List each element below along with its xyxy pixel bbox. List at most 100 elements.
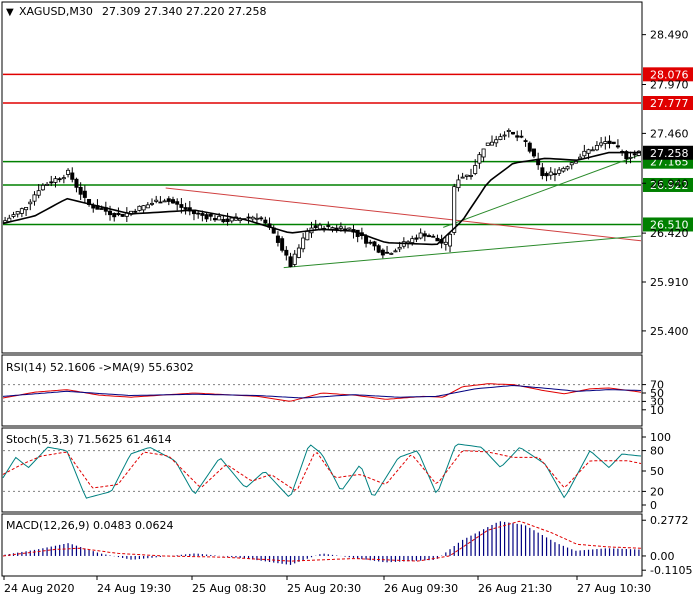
candle-body	[70, 172, 75, 180]
candle-body	[485, 142, 490, 146]
candle-body	[548, 171, 553, 176]
candle-body	[628, 156, 633, 159]
candle-body	[301, 237, 306, 250]
candle-body	[397, 246, 402, 250]
candle-body	[527, 142, 532, 152]
stoch-panel: 10080 50 200 Stoch(5,3,3) 71.5625 61.4614	[1, 427, 671, 513]
candle-body	[557, 169, 562, 174]
price-header: ▼ XAGUSD,M30 27.309 27.340 27.220 27.258	[6, 5, 266, 18]
candle-body	[540, 167, 545, 176]
candle-body	[544, 173, 549, 177]
candle-body	[57, 178, 62, 181]
candle-body	[502, 134, 507, 137]
candle-body	[531, 148, 536, 157]
candle-body	[519, 135, 524, 138]
stoch-tick-label: 100	[650, 431, 671, 444]
time-tick-label: 25 Aug 20:30	[287, 582, 361, 595]
candle-body	[99, 208, 104, 210]
macd-tick-label: 0.00	[650, 550, 675, 563]
candle-body	[313, 225, 318, 229]
candle-body	[443, 241, 448, 245]
candle-body	[481, 148, 486, 158]
candle-body	[162, 200, 167, 203]
candle-body	[263, 219, 268, 224]
candle-body	[573, 161, 578, 164]
candle-body	[229, 217, 234, 222]
candle-body	[510, 131, 515, 135]
price-panel-frame	[1, 1, 643, 354]
candle-body	[45, 183, 50, 186]
candle-body	[414, 237, 419, 240]
price-tick-label: 26.420	[650, 227, 689, 240]
candle-body	[427, 235, 432, 238]
stoch-axis: 10080 50 200	[642, 431, 671, 512]
candle-body	[477, 154, 482, 164]
candle-body	[296, 247, 301, 258]
candle-body	[108, 210, 113, 216]
candle-body	[120, 213, 125, 217]
candle-body	[280, 238, 285, 251]
candle-body	[418, 232, 423, 239]
candle-body	[225, 218, 230, 223]
candle-body	[158, 201, 163, 204]
candle-body	[170, 199, 175, 204]
candle-body	[376, 245, 381, 253]
candle-body	[36, 190, 41, 196]
candle-body	[196, 212, 201, 215]
ohlc-values: 27.309 27.340 27.220 27.258	[102, 5, 266, 18]
symbol-label: XAGUSD,M30	[19, 5, 93, 18]
candle-body	[364, 235, 369, 244]
candle-body	[133, 210, 138, 213]
candle-body	[385, 251, 390, 254]
candle-body	[464, 174, 469, 177]
rsi-label: RSI(14) 52.1606 ->MA(9) 55.6302	[6, 361, 194, 374]
stoch-tick-label: 50	[650, 465, 664, 478]
candle-body	[183, 207, 188, 210]
candle-body	[347, 227, 352, 230]
time-tick-label: 26 Aug 09:30	[384, 582, 458, 595]
rsi-axis: 70503010	[642, 379, 664, 417]
candle-body	[473, 165, 478, 174]
candle-body	[552, 173, 557, 176]
candle-body	[15, 211, 20, 215]
candle-body	[578, 156, 583, 160]
candle-body	[11, 214, 16, 217]
candle-body	[32, 194, 37, 202]
candle-body	[61, 177, 66, 180]
price-tick-label: 25.910	[650, 276, 689, 289]
candle-body	[330, 227, 335, 230]
candle-body	[586, 149, 591, 154]
time-tick-label: 24 Aug 19:30	[97, 582, 171, 595]
candle-body	[116, 212, 121, 216]
candle-body	[594, 145, 599, 151]
candle-body	[112, 213, 117, 218]
candle-body	[389, 252, 394, 255]
time-axis: 24 Aug 2020 24 Aug 19:30 25 Aug 08:30 25 Au…	[3, 576, 651, 595]
candle-body	[435, 237, 440, 242]
time-tick-label: 27 Aug 10:30	[577, 582, 651, 595]
candle-body	[74, 178, 79, 188]
candle-body	[599, 142, 604, 146]
candle-body	[24, 207, 29, 211]
candle-body	[208, 214, 213, 217]
candle-body	[292, 253, 297, 265]
candle-body	[431, 235, 436, 238]
candle-body	[288, 256, 293, 267]
time-tick-label: 25 Aug 08:30	[192, 582, 266, 595]
rsi-tick-label: 10	[650, 404, 664, 417]
time-tick-label: 26 Aug 21:30	[478, 582, 552, 595]
candle-body	[175, 201, 180, 205]
macd-label: MACD(12,26,9) 0.0483 0.0624	[6, 519, 174, 532]
candle-body	[19, 208, 24, 214]
candle-body	[469, 175, 474, 177]
last-price-label: 27.258	[650, 147, 689, 160]
candle-body	[565, 166, 570, 170]
stoch-tick-label: 80	[650, 445, 664, 458]
collapse-arrow-icon[interactable]: ▼	[6, 7, 14, 18]
candle-body	[254, 217, 259, 220]
candle-body	[137, 205, 142, 211]
candle-body	[49, 181, 54, 184]
candle-body	[372, 241, 377, 247]
time-tick-label: 24 Aug 2020	[4, 582, 74, 595]
candle-body	[40, 184, 45, 191]
